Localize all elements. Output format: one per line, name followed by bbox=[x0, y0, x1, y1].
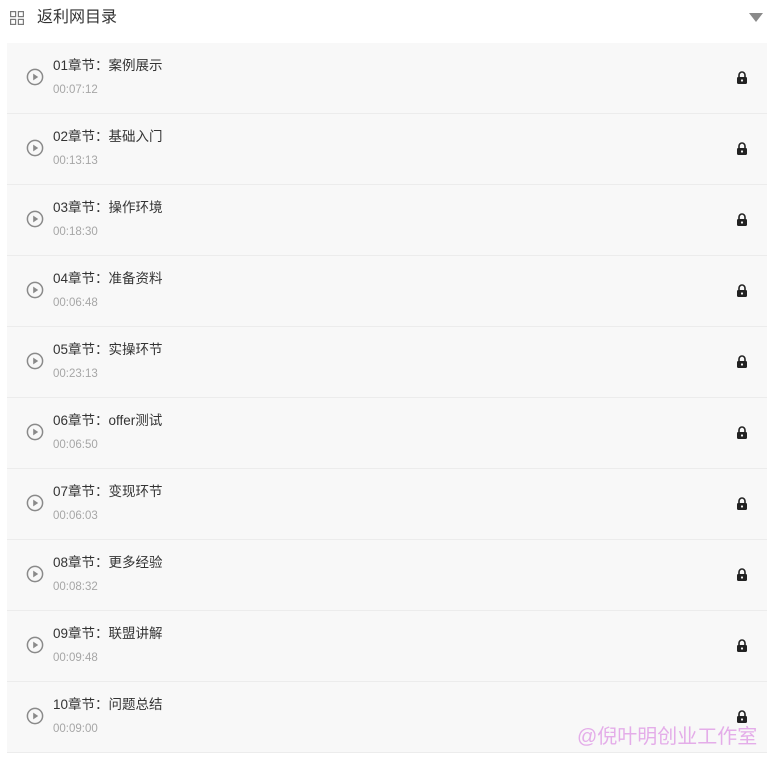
chapter-title: 03章节：操作环境 bbox=[53, 200, 163, 215]
chapter-title: 09章节：联盟讲解 bbox=[53, 626, 163, 641]
chapter-duration: 00:09:00 bbox=[53, 723, 98, 735]
play-circle-icon[interactable] bbox=[26, 281, 44, 299]
chapter-duration: 00:13:13 bbox=[53, 155, 98, 167]
chapter-duration: 00:06:48 bbox=[53, 297, 98, 309]
chapter-row[interactable]: 07章节：变现环节 00:06:03 bbox=[7, 469, 767, 540]
chapter-title: 02章节：基础入门 bbox=[53, 129, 163, 144]
chapter-row[interactable]: 04章节：准备资料 00:06:48 bbox=[7, 256, 767, 327]
chapter-row[interactable]: 08章节：更多经验 00:08:32 bbox=[7, 540, 767, 611]
lock-icon bbox=[737, 568, 747, 581]
play-circle-icon[interactable] bbox=[26, 139, 44, 157]
lock-icon bbox=[737, 639, 747, 652]
lock-icon bbox=[737, 497, 747, 510]
chapter-row[interactable]: 06章节：offer测试 00:06:50 bbox=[7, 398, 767, 469]
chapter-duration: 00:06:50 bbox=[53, 439, 98, 451]
play-circle-icon[interactable] bbox=[26, 210, 44, 228]
lock-icon bbox=[737, 71, 747, 84]
chapter-title: 05章节：实操环节 bbox=[53, 342, 163, 357]
watermark: @倪叶明创业工作室 bbox=[577, 726, 758, 748]
chapter-title: 01章节：案例展示 bbox=[53, 58, 163, 73]
lock-icon bbox=[737, 213, 747, 226]
play-circle-icon[interactable] bbox=[26, 352, 44, 370]
caret-down-icon[interactable] bbox=[749, 13, 763, 23]
lock-icon bbox=[737, 284, 747, 297]
chapter-duration: 00:09:48 bbox=[53, 652, 98, 664]
play-circle-icon[interactable] bbox=[26, 423, 44, 441]
chapter-row[interactable]: 05章节：实操环节 00:23:13 bbox=[7, 327, 767, 398]
chapter-row[interactable]: 01章节：案例展示 00:07:12 bbox=[7, 43, 767, 114]
chapter-duration: 00:23:13 bbox=[53, 368, 98, 380]
chapter-title: 08章节：更多经验 bbox=[53, 555, 163, 570]
chapter-row[interactable]: 09章节：联盟讲解 00:09:48 bbox=[7, 611, 767, 682]
chapter-list: 01章节：案例展示 00:07:12 02章节：基础入门 00:13:13 03章节：操… bbox=[7, 43, 767, 753]
chapter-duration: 00:08:32 bbox=[53, 581, 98, 593]
catalog-title: 返利网目录 bbox=[37, 9, 118, 26]
chapter-duration: 00:18:30 bbox=[53, 226, 98, 238]
grid-icon bbox=[10, 11, 24, 25]
chapter-row[interactable]: 02章节：基础入门 00:13:13 bbox=[7, 114, 767, 185]
chapter-title: 06章节：offer测试 bbox=[53, 413, 163, 428]
play-circle-icon[interactable] bbox=[26, 707, 44, 725]
chapter-duration: 00:06:03 bbox=[53, 510, 98, 522]
play-circle-icon[interactable] bbox=[26, 494, 44, 512]
lock-icon bbox=[737, 142, 747, 155]
chapter-title: 04章节：准备资料 bbox=[53, 271, 163, 286]
lock-icon bbox=[737, 355, 747, 368]
chapter-row[interactable]: 03章节：操作环境 00:18:30 bbox=[7, 185, 767, 256]
play-circle-icon[interactable] bbox=[26, 565, 44, 583]
play-circle-icon[interactable] bbox=[26, 68, 44, 86]
lock-icon bbox=[737, 426, 747, 439]
chapter-title: 10章节：问题总结 bbox=[53, 697, 163, 712]
chapter-title: 07章节：变现环节 bbox=[53, 484, 163, 499]
catalog-header: 返利网目录 bbox=[0, 0, 767, 38]
lock-icon bbox=[737, 710, 747, 723]
play-circle-icon[interactable] bbox=[26, 636, 44, 654]
chapter-duration: 00:07:12 bbox=[53, 84, 98, 96]
